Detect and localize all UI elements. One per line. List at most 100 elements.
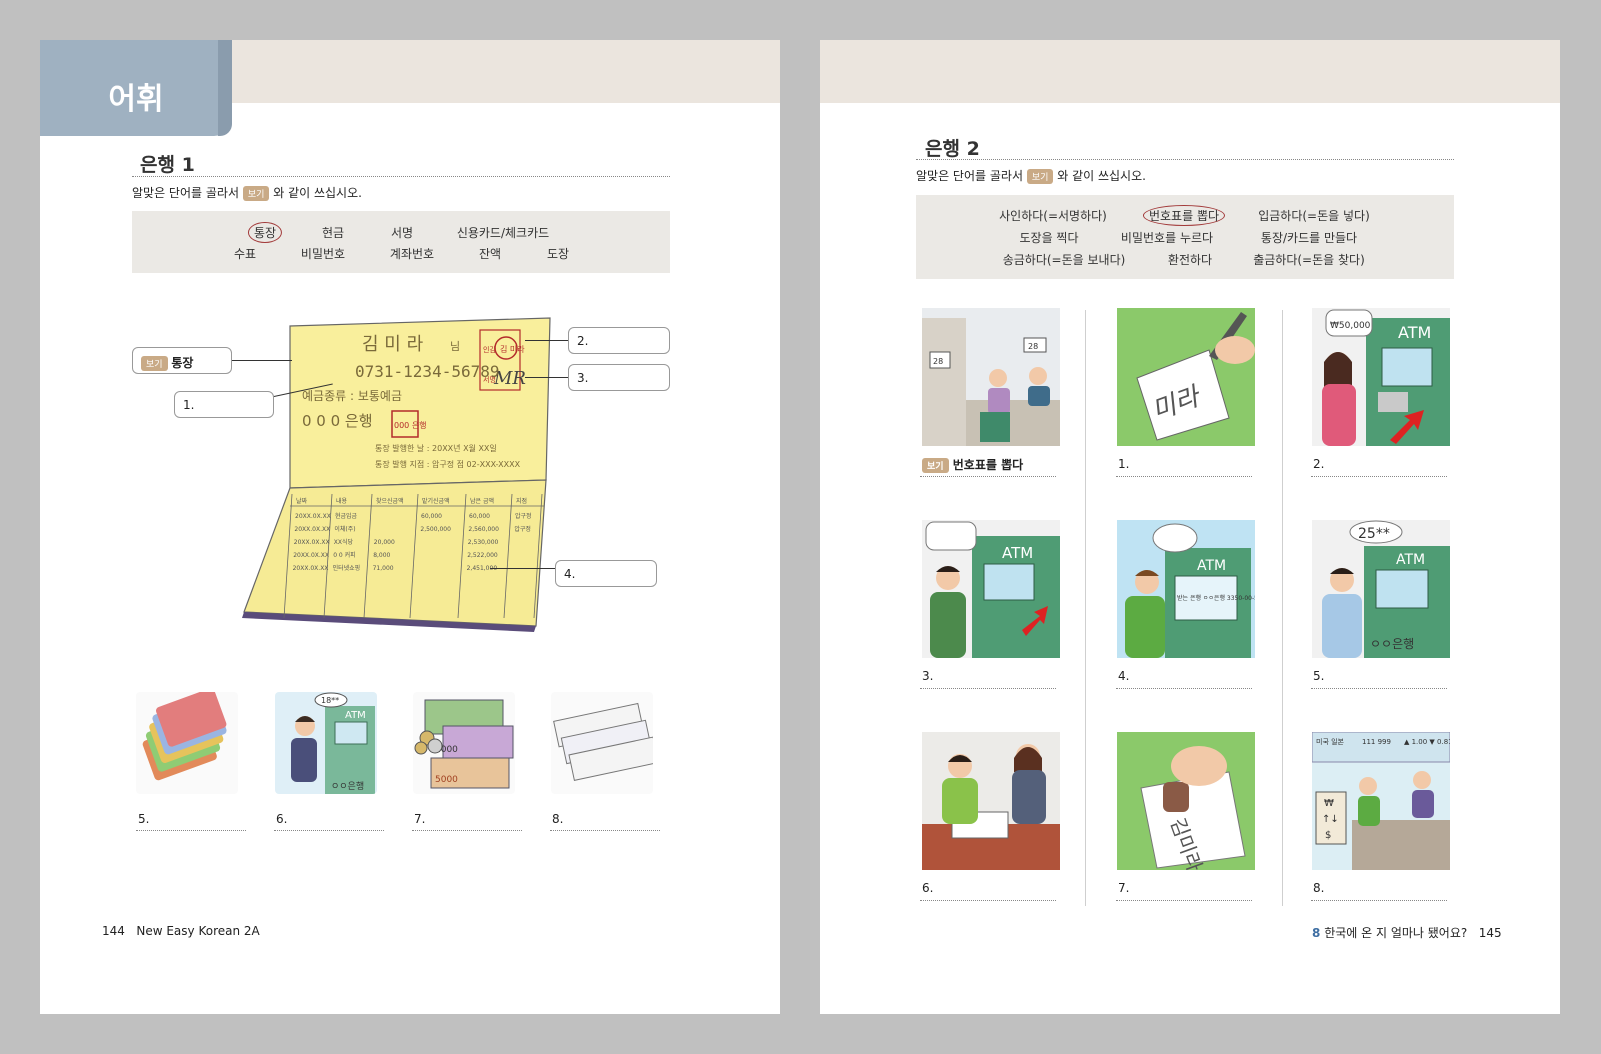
word-bank: 통장 현금 서명 신용카드/체크카드 수표 비밀번호 계좌번호 잔액 도장 — [132, 211, 670, 273]
word-bank: 사인하다(=서명하다) 번호표를 뽑다 입금하다(=돈을 넣다) 도장을 찍다 … — [916, 195, 1454, 279]
instruction-suffix: 와 같이 쓰십시오. — [1057, 169, 1146, 183]
blank-label: 6. — [922, 881, 934, 895]
atm-screen: 받는 은행 ㅇㅇ은행 3350-00-550 — [1177, 594, 1255, 602]
blank-label: 4. — [1118, 669, 1130, 683]
chapter-number: 8 — [1312, 926, 1321, 940]
answer-label: 4. — [564, 567, 576, 581]
answer-line-7[interactable] — [1116, 900, 1252, 901]
ledger-cell: 20XX.0X.XX — [294, 539, 330, 546]
instruction: 알맞은 단어를 골라서 보기 와 같이 쓰십시오. — [916, 167, 1146, 184]
word-bank-item: 서명 — [390, 226, 414, 240]
ledger-cell: 20,000 — [374, 539, 395, 546]
stamping-illustration: 김미라 — [1117, 732, 1255, 870]
word-bank-item: 송금하다(=돈을 보내다) — [1002, 253, 1126, 267]
ledger-header-cell: 남은 금액 — [470, 497, 494, 505]
account-number: 0731-1234-56789 — [355, 362, 500, 381]
word-bank-item: 신용카드/체크카드 — [456, 226, 550, 240]
answer-line-5[interactable] — [136, 830, 246, 831]
footer: 144 New Easy Korean 2A — [102, 924, 260, 938]
answer-box-2[interactable]: 2. — [568, 327, 670, 354]
ledger-cell: 현금입금 — [335, 512, 358, 520]
ledger-header-cell: 지점 — [516, 497, 527, 505]
answer-line-8[interactable] — [1311, 900, 1447, 901]
cash-illustration: 1000 5000 — [413, 692, 515, 794]
right-page: 은행 2 알맞은 단어를 골라서 보기 와 같이 쓰십시오. 사인하다(=서명하… — [820, 40, 1560, 1014]
example-badge: 보기 — [141, 356, 168, 371]
answer-line-5[interactable] — [1311, 688, 1447, 689]
owner-name-suffix: 님 — [450, 340, 460, 353]
page-number: 144 — [102, 924, 125, 938]
pointer-line — [490, 568, 555, 569]
word-bank-item: 현금 — [321, 226, 345, 240]
answer-line-8[interactable] — [550, 830, 660, 831]
word-bank-item: 잔액 — [478, 247, 502, 261]
answer-label: 1. — [183, 398, 195, 412]
page-number: 145 — [1478, 926, 1502, 940]
answer-box-1[interactable]: 1. — [174, 391, 274, 418]
word-bank-item: 입금하다(=돈을 넣다) — [1258, 209, 1370, 223]
won-sign: ₩ — [1324, 798, 1334, 809]
word-bank-item: 번호표를 뽑다 — [1142, 205, 1226, 226]
ledger-cell: 2,500,000 — [420, 526, 451, 533]
word-bank-item: 통장 — [247, 222, 283, 243]
instruction-prefix: 알맞은 단어를 골라서 — [132, 186, 239, 200]
ledger-header-cell: 맡기신금액 — [422, 497, 450, 505]
word-bank-item: 사인하다(=서명하다) — [999, 209, 1107, 223]
ledger-cell: 71,000 — [373, 565, 394, 572]
rate-currencies: 미국 일본 — [1316, 737, 1345, 746]
cards-illustration — [136, 692, 238, 794]
ledger-cell: 8,000 — [373, 552, 390, 559]
checks-illustration — [551, 692, 653, 794]
blank-label: 3. — [922, 669, 934, 683]
bank-seal: 000 은행 — [394, 420, 427, 430]
ledger-cell: 20XX.0X.XX — [294, 526, 330, 533]
answer-box-4[interactable]: 4. — [555, 560, 657, 587]
answer-line-2[interactable] — [1311, 476, 1447, 477]
answer-label: 2. — [577, 334, 589, 348]
blank-label: 6. — [276, 812, 288, 826]
word-bank-item: 계좌번호 — [389, 247, 435, 261]
passbook-illustration: 김 미라 인감 서명 MR 김 미 라 님 0731-1234-56789 예금… — [242, 317, 551, 632]
answer-box-3[interactable]: 3. — [568, 364, 670, 391]
answer-line-6[interactable] — [274, 830, 384, 831]
bank-name: 0 0 0 은행 — [302, 412, 373, 430]
cash-bubble: ₩50,000 — [1330, 321, 1371, 331]
instruction: 알맞은 단어를 골라서 보기 와 같이 쓰십시오. — [132, 184, 362, 201]
exchange-arrows: ↑↓ — [1322, 814, 1339, 825]
word-bank-item: 비밀번호를 누르다 — [1120, 231, 1214, 245]
column-divider — [1085, 310, 1086, 906]
exchange-counter-illustration: 미국 일본 111 999 ▲ 1.00 ▼ 0.81 ₩ ↑↓ $ — [1312, 732, 1450, 870]
answer-line-3[interactable] — [920, 688, 1056, 689]
atm-sign: ATM — [1197, 558, 1226, 574]
atm-transfer-illustration: ATM 받는 은행 ㅇㅇ은행 3350-00-550 — [1117, 520, 1255, 658]
pointer-line — [525, 377, 568, 378]
atm-sign: ATM — [1398, 323, 1431, 342]
ledger-cell: 압구정 — [514, 525, 531, 533]
counter-number: 28 — [1028, 342, 1038, 351]
blank-label: 5. — [1313, 669, 1325, 683]
blank-label: 8. — [1313, 881, 1325, 895]
answer-line-4[interactable] — [1116, 688, 1252, 689]
answer-line-6[interactable] — [920, 900, 1056, 901]
atm-password-illustration: ATM ㅇㅇ은행 25** — [1312, 520, 1450, 658]
answer-line-7[interactable] — [412, 830, 522, 831]
ledger-cell: 20XX.0X.XX — [295, 513, 331, 520]
example-badge: 보기 — [1026, 169, 1054, 184]
word-bank-item: 도장 — [546, 247, 570, 261]
ledger-cell: 인터넷쇼핑 — [333, 564, 361, 572]
ticket-machine-illustration: 28 28 — [922, 308, 1060, 446]
blank-label: 7. — [1118, 881, 1130, 895]
ledger-cell: 60,000 — [469, 513, 490, 520]
example-badge: 보기 — [242, 186, 270, 201]
answer-line-1[interactable] — [1116, 476, 1252, 477]
example-badge: 보기 — [922, 458, 949, 473]
dollar-sign: $ — [1325, 830, 1331, 841]
ledger-cell: 0 0 커피 — [333, 551, 356, 559]
rate-changes: ▲ 1.00 ▼ 0.81 — [1404, 738, 1450, 746]
atm-bubble: 18** — [321, 696, 339, 705]
ledger-cell: 압구정 — [515, 512, 532, 520]
column-divider — [1282, 310, 1283, 906]
ledger-header-cell: 날짜 — [296, 497, 308, 505]
pointer-line — [232, 360, 292, 361]
ledger-cell: 20XX.0X.XX — [293, 565, 329, 572]
